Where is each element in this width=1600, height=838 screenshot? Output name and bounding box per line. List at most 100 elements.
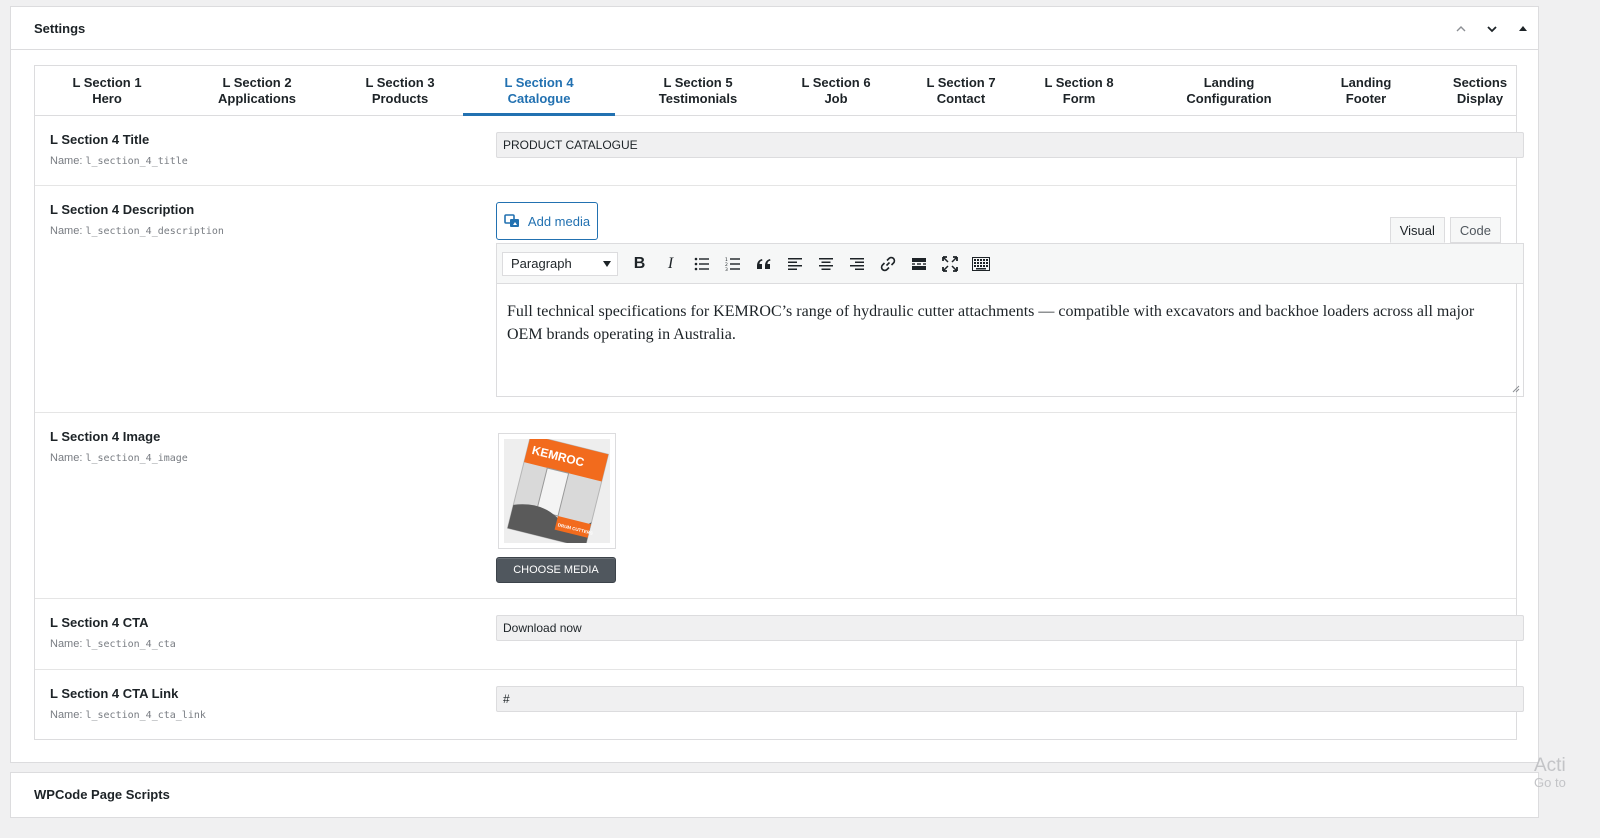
- add-media-label: Add media: [527, 213, 591, 229]
- tab-line1: L Section 1: [72, 75, 142, 90]
- tab-code[interactable]: Code: [1449, 217, 1501, 243]
- field-row-image: L Section 4 Image Name: l_section_4_imag…: [35, 413, 1516, 599]
- tab-line2: Catalogue: [507, 91, 571, 106]
- tab-line2: Job: [824, 91, 848, 106]
- choose-media-button[interactable]: CHOOSE MEDIA: [496, 557, 616, 583]
- tab-line1: Sections: [1452, 75, 1508, 90]
- settings-metabox-header[interactable]: Settings: [11, 7, 1538, 50]
- cta-input[interactable]: [496, 615, 1524, 641]
- tab-line2: Hero: [92, 91, 122, 106]
- field-row-cta: L Section 4 CTA Name: l_section_4_cta: [35, 599, 1524, 670]
- field-name-prefix: Name:: [50, 638, 86, 650]
- catalogue-thumbnail: KEMROC DRUM CUTTERS: [504, 434, 610, 549]
- field-name-prefix: Name:: [50, 709, 86, 721]
- editor-toolbar: Paragraph B I 123: [497, 244, 1523, 284]
- tab-l-section-5-testimonials[interactable]: L Section 5 Testimonials: [620, 66, 776, 116]
- fullscreen-icon[interactable]: [934, 250, 965, 278]
- align-right-icon[interactable]: [841, 250, 872, 278]
- resize-handle-icon[interactable]: [1512, 385, 1520, 393]
- field-row-title: L Section 4 Title Name: l_section_4_titl…: [35, 116, 1524, 186]
- cta-link-input[interactable]: [496, 686, 1524, 712]
- tab-landing-configuration[interactable]: Landing Configuration: [1151, 66, 1307, 116]
- tab-line1: L Section 5: [663, 75, 733, 90]
- tab-landing-footer[interactable]: Landing Footer: [1315, 66, 1417, 116]
- toggle-panel-icon[interactable]: [1507, 7, 1538, 50]
- format-select[interactable]: Paragraph: [502, 251, 618, 276]
- chevron-down-icon: [603, 260, 611, 267]
- tab-l-section-8-form[interactable]: L Section 8 Form: [1023, 66, 1135, 116]
- numbered-list-icon[interactable]: 123: [717, 250, 748, 278]
- tab-l-section-1-hero[interactable]: L Section 1 Hero: [59, 66, 155, 116]
- activate-windows-watermark: Acti Go to: [1534, 755, 1566, 790]
- tab-line2: Form: [1062, 91, 1096, 106]
- wpcode-metabox: WPCode Page Scripts: [10, 772, 1539, 818]
- read-more-icon[interactable]: [903, 250, 934, 278]
- wpcode-metabox-header[interactable]: WPCode Page Scripts: [11, 773, 1538, 816]
- bold-icon[interactable]: B: [624, 250, 655, 278]
- tab-line2: Applications: [217, 91, 296, 106]
- field-name-value: l_section_4_description: [85, 226, 224, 237]
- add-media-icon: [504, 214, 519, 227]
- tab-l-section-7-contact[interactable]: L Section 7 Contact: [901, 66, 1021, 116]
- align-center-icon[interactable]: [810, 250, 841, 278]
- tab-line1: L Section 2: [222, 75, 292, 90]
- tab-l-section-6-job[interactable]: L Section 6 Job: [785, 66, 887, 116]
- field-label: L Section 4 CTA Link: [50, 686, 179, 701]
- move-up-icon[interactable]: [1445, 7, 1476, 50]
- tab-line2: Testimonials: [658, 91, 738, 106]
- tab-line1: L Section 4: [504, 75, 574, 90]
- field-name: Name: l_section_4_cta_link: [50, 709, 206, 721]
- field-name-value: l_section_4_image: [85, 453, 188, 464]
- wpcode-title: WPCode Page Scripts: [34, 787, 170, 802]
- tab-line1: L Section 8: [1044, 75, 1114, 90]
- field-name-value: l_section_4_title: [85, 156, 188, 167]
- tab-l-section-4-catalogue[interactable]: L Section 4 Catalogue: [463, 66, 615, 116]
- tab-sections-display[interactable]: Sections Display: [1421, 66, 1539, 116]
- section-title-input[interactable]: [496, 132, 1524, 158]
- section-tabs: L Section 1 Hero L Section 2 Applications L …: [35, 66, 1516, 116]
- bullet-list-icon[interactable]: [686, 250, 717, 278]
- format-select-value: Paragraph: [511, 256, 572, 271]
- field-name: Name: l_section_4_image: [50, 452, 188, 464]
- tab-visual[interactable]: Visual: [1389, 217, 1445, 243]
- tab-line2: Display: [1456, 91, 1504, 106]
- tab-line2: Configuration: [1186, 91, 1272, 106]
- field-label: L Section 4 CTA: [50, 615, 149, 630]
- tab-line1: Landing: [1203, 75, 1255, 90]
- tab-line1: Landing: [1340, 75, 1392, 90]
- tab-line1: L Section 7: [926, 75, 996, 90]
- align-left-icon[interactable]: [779, 250, 810, 278]
- image-preview[interactable]: KEMROC DRUM CUTTERS: [498, 433, 616, 549]
- settings-metabox: Settings L Section 1 Hero L Section 2 Appli…: [10, 6, 1539, 763]
- field-row-cta-link: L Section 4 CTA Link Name: l_section_4_c…: [35, 670, 1524, 740]
- watermark-line1: Acti: [1534, 755, 1566, 776]
- tab-line2: Products: [371, 91, 429, 106]
- svg-text:3: 3: [725, 267, 728, 271]
- field-name: Name: l_section_4_title: [50, 155, 188, 167]
- settings-fields-container: L Section 1 Hero L Section 2 Applications L …: [34, 65, 1524, 740]
- toolbar-toggle-icon[interactable]: [965, 250, 996, 278]
- move-down-icon[interactable]: [1476, 7, 1507, 50]
- tab-line2: Footer: [1345, 91, 1387, 106]
- tab-l-section-3-products[interactable]: L Section 3 Products: [353, 66, 447, 116]
- field-name-value: l_section_4_cta: [85, 639, 176, 650]
- watermark-line2: Go to: [1534, 775, 1566, 790]
- tab-line2: Contact: [936, 91, 986, 106]
- italic-icon[interactable]: I: [655, 250, 686, 278]
- tab-line1: L Section 6: [801, 75, 871, 90]
- field-name-prefix: Name:: [50, 452, 86, 464]
- field-name-value: l_section_4_cta_link: [85, 710, 206, 721]
- field-label: L Section 4 Description: [50, 202, 195, 217]
- settings-title: Settings: [34, 21, 86, 36]
- editor-content[interactable]: Full technical specifications for KEMROC…: [507, 300, 1493, 346]
- field-name-prefix: Name:: [50, 155, 86, 167]
- add-media-button[interactable]: Add media: [496, 202, 598, 240]
- field-label: L Section 4 Image: [50, 429, 161, 444]
- rich-text-editor: Paragraph B I 123 Full technical specifi…: [496, 243, 1524, 397]
- field-row-description: L Section 4 Description Name: l_section_…: [35, 186, 1524, 413]
- field-name: Name: l_section_4_cta: [50, 638, 176, 650]
- blockquote-icon[interactable]: [748, 250, 779, 278]
- tab-l-section-2-applications[interactable]: L Section 2 Applications: [195, 66, 319, 116]
- tab-line1: L Section 3: [365, 75, 435, 90]
- link-icon[interactable]: [872, 250, 903, 278]
